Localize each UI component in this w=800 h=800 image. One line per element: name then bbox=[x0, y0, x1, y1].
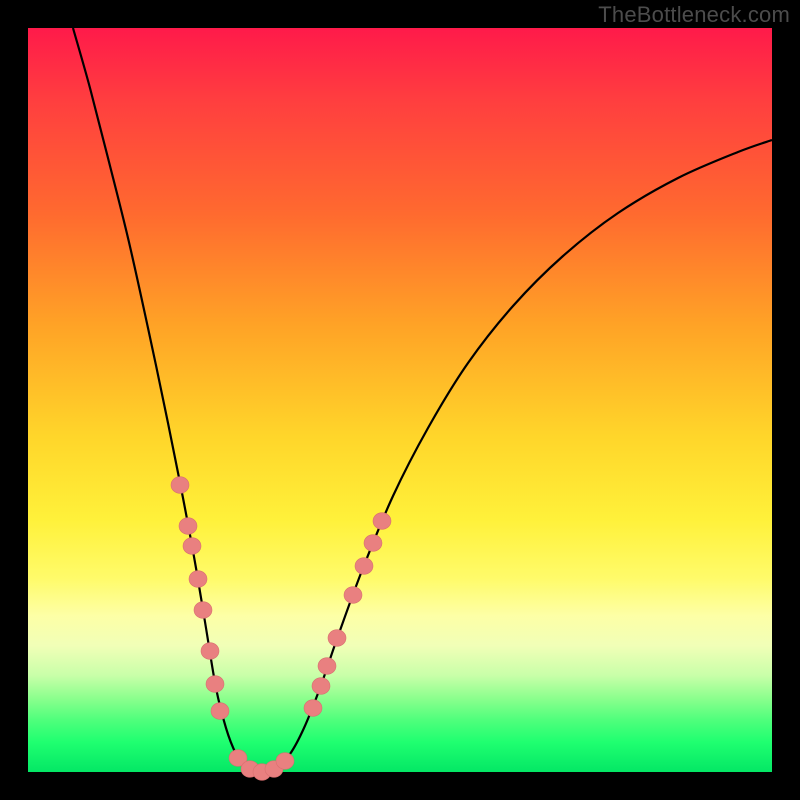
data-marker bbox=[206, 676, 224, 693]
data-marker bbox=[318, 658, 336, 675]
data-marker bbox=[328, 630, 346, 647]
bottleneck-curve bbox=[73, 28, 772, 772]
data-marker bbox=[312, 678, 330, 695]
data-marker bbox=[171, 477, 189, 494]
data-marker bbox=[194, 602, 212, 619]
plot-svg bbox=[28, 28, 772, 772]
data-marker bbox=[355, 558, 373, 575]
chart-canvas bbox=[28, 28, 772, 772]
data-marker bbox=[364, 535, 382, 552]
data-marker bbox=[304, 700, 322, 717]
watermark-text: TheBottleneck.com bbox=[598, 2, 790, 28]
markers-group bbox=[171, 477, 391, 781]
data-marker bbox=[201, 643, 219, 660]
data-marker bbox=[211, 703, 229, 720]
data-marker bbox=[179, 518, 197, 535]
data-marker bbox=[183, 538, 201, 555]
data-marker bbox=[344, 587, 362, 604]
data-marker bbox=[276, 753, 294, 770]
data-marker bbox=[189, 571, 207, 588]
data-marker bbox=[373, 513, 391, 530]
